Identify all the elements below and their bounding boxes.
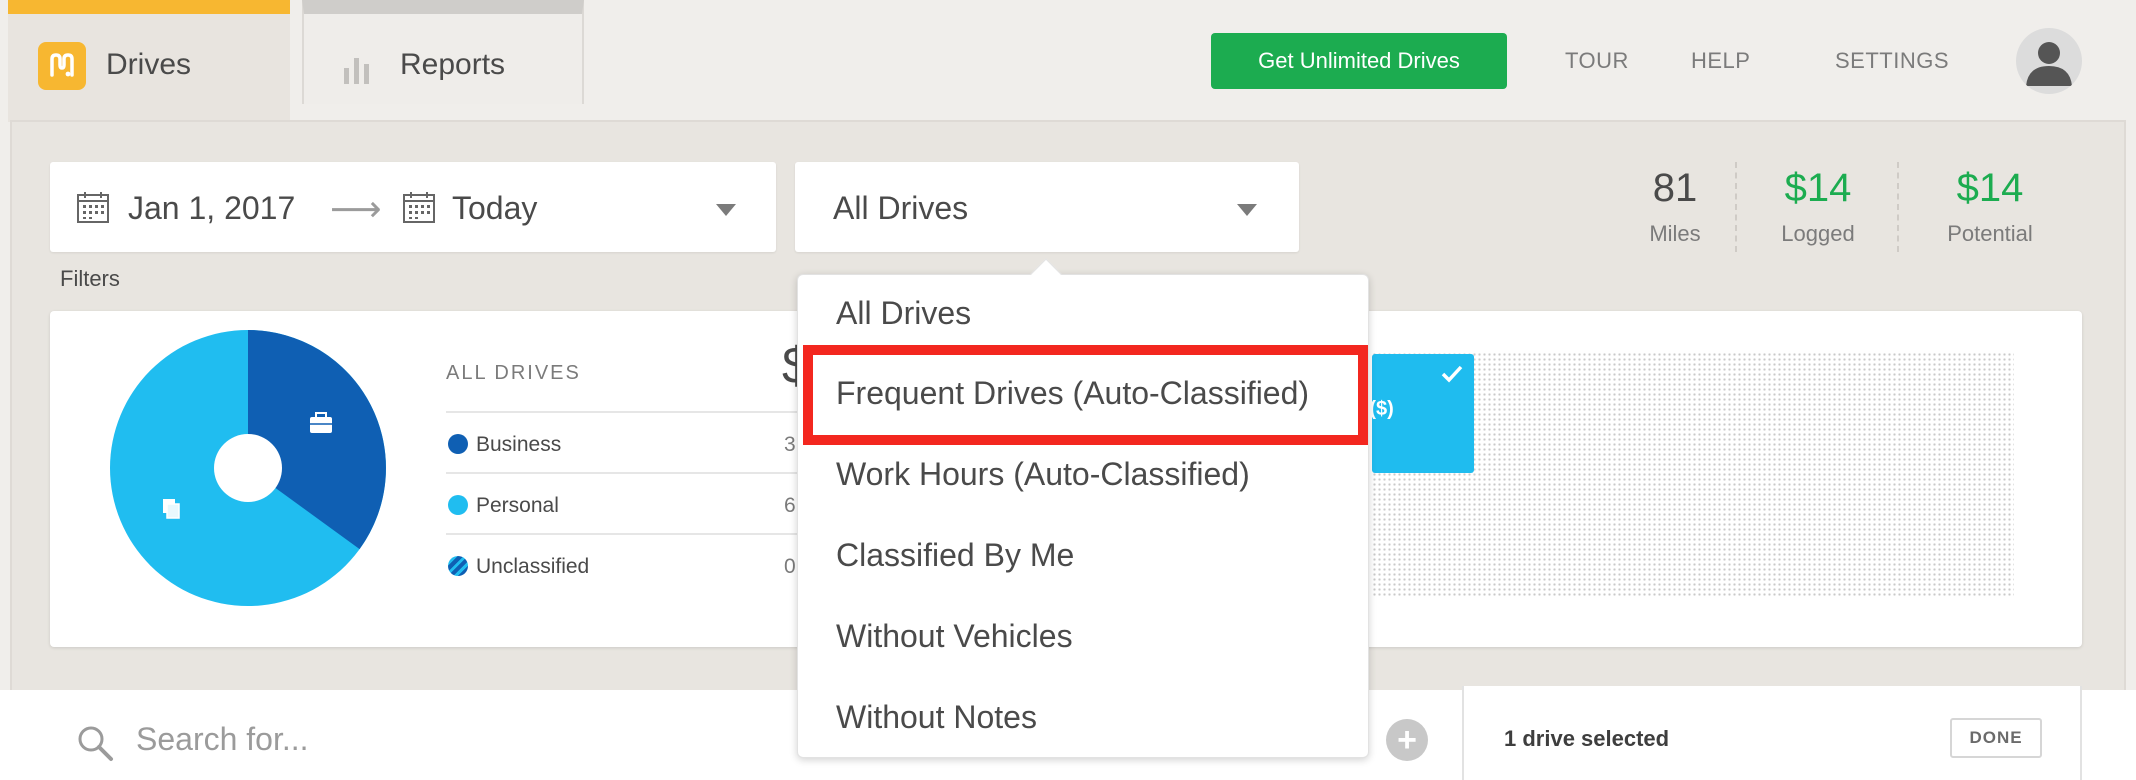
divider xyxy=(1897,162,1899,252)
legend-value: 0 xyxy=(784,555,796,578)
legend-label: Personal xyxy=(476,494,559,517)
tab-reports[interactable]: Reports xyxy=(302,0,584,104)
personal-dot-icon xyxy=(448,495,468,515)
top-bar: Drives Reports Get Unlimited Drives TOUR… xyxy=(0,0,2136,122)
dropdown-option-classified-by-me[interactable]: Classified By Me xyxy=(836,537,1074,574)
tour-link[interactable]: TOUR xyxy=(1565,48,1629,74)
divider xyxy=(1735,162,1737,252)
stat-potential: $14 Potential xyxy=(1930,166,2050,247)
end-date[interactable]: Today xyxy=(452,190,537,227)
stat-potential-label: Potential xyxy=(1947,221,2033,246)
stat-miles-label: Miles xyxy=(1649,221,1701,246)
stat-logged: $14 Logged xyxy=(1760,166,1876,247)
legend-row-personal[interactable]: Personal 6 xyxy=(446,472,806,532)
business-dot-icon xyxy=(448,434,468,454)
date-range-picker[interactable]: Jan 1, 2017 ⟶ Today xyxy=(50,162,776,252)
unclassified-dot-icon xyxy=(448,556,468,576)
help-link[interactable]: HELP xyxy=(1691,48,1750,74)
tab-drives-label: Drives xyxy=(106,48,192,81)
bar-chart-icon xyxy=(344,58,369,84)
search-icon xyxy=(78,726,113,761)
highlight-box xyxy=(803,345,1368,445)
stat-logged-label: Logged xyxy=(1781,221,1855,246)
checkmark-icon xyxy=(1441,365,1463,383)
done-button[interactable]: DONE xyxy=(1950,718,2042,758)
chevron-down-icon[interactable] xyxy=(1237,204,1257,216)
dropdown-option-work-hours[interactable]: Work Hours (Auto-Classified) xyxy=(836,456,1250,493)
drive-filter-dropdown: All Drives Frequent Drives (Auto-Classif… xyxy=(797,274,1369,758)
tab-reports-label: Reports xyxy=(400,48,506,81)
legend-label: Unclassified xyxy=(476,555,590,578)
get-unlimited-drives-button[interactable]: Get Unlimited Drives xyxy=(1211,33,1507,89)
stat-potential-value: $14 xyxy=(1956,166,2024,210)
tab-drives[interactable]: Drives xyxy=(8,0,290,122)
drive-filter-value: All Drives xyxy=(833,190,969,226)
selection-panel: 1 drive selected DONE xyxy=(1462,686,2082,780)
drive-filter-select[interactable]: All Drives xyxy=(795,162,1299,252)
legend-row-business[interactable]: Business 3 xyxy=(446,411,806,471)
user-icon xyxy=(2026,42,2072,86)
stat-miles: 81 Miles xyxy=(1620,166,1730,247)
drives-pie-chart xyxy=(110,330,386,606)
bar-category-label: ty ($) xyxy=(1372,398,1394,420)
legend-label: Business xyxy=(476,433,562,456)
chevron-down-icon[interactable] xyxy=(716,204,736,216)
selection-count: 1 drive selected xyxy=(1504,726,1670,751)
plus-icon: + xyxy=(1397,720,1417,759)
filters-label[interactable]: Filters xyxy=(60,266,120,292)
calendar-icon xyxy=(77,192,109,223)
arrow-right-icon: ⟶ xyxy=(330,188,382,229)
legend-value: 3 xyxy=(784,433,796,456)
pie-hole xyxy=(214,434,282,502)
search-input[interactable] xyxy=(136,716,736,762)
add-drive-button[interactable]: + xyxy=(1386,719,1428,761)
dropdown-option-without-vehicles[interactable]: Without Vehicles xyxy=(836,618,1073,655)
calendar-icon xyxy=(403,192,435,223)
app-logo-icon xyxy=(38,42,86,90)
start-date[interactable]: Jan 1, 2017 xyxy=(128,190,295,227)
settings-link[interactable]: SETTINGS xyxy=(1835,48,1949,74)
legend-value: 6 xyxy=(784,494,796,517)
legend-row-unclassified[interactable]: Unclassified 0 xyxy=(446,533,806,593)
avatar[interactable] xyxy=(2016,28,2082,94)
bar-category[interactable]: ty ($) xyxy=(1372,354,1474,473)
dropdown-option-all-drives[interactable]: All Drives xyxy=(836,295,971,332)
stat-logged-value: $14 xyxy=(1784,166,1852,210)
stat-miles-value: 81 xyxy=(1652,166,1698,210)
summary-title: ALL DRIVES xyxy=(446,362,581,384)
dropdown-option-without-notes[interactable]: Without Notes xyxy=(836,699,1037,736)
